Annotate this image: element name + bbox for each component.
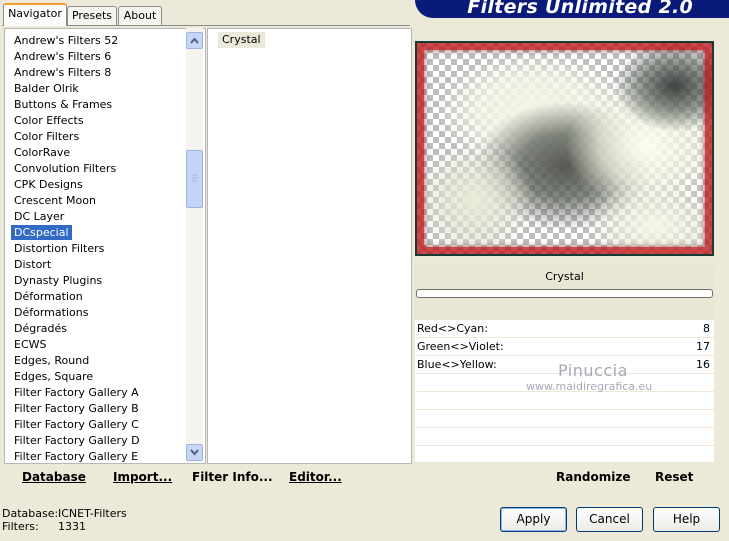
filter-info-button[interactable]: Filter Info...	[192, 470, 273, 484]
banner-title: Filters Unlimited 2.0	[467, 0, 693, 18]
filter-item-crystal[interactable]: Crystal	[218, 32, 265, 48]
filter-title-panel: Crystal	[415, 265, 714, 320]
category-list[interactable]: Andrew's Filters 52 Andrew's Filters 6 And…	[4, 28, 206, 464]
database-label: Database:	[2, 507, 59, 520]
progress-bar	[416, 289, 713, 298]
reset-button[interactable]: Reset	[655, 470, 693, 484]
list-item[interactable]: Filter Factory Gallery C	[11, 417, 142, 432]
list-item[interactable]: Andrew's Filters 52	[11, 33, 121, 48]
param-row-red-cyan[interactable]: Red<>Cyan: 8	[415, 320, 714, 338]
editor-button[interactable]: Editor...	[289, 470, 342, 484]
database-value: ICNET-Filters	[58, 507, 127, 520]
apply-button[interactable]: Apply	[500, 507, 567, 532]
list-item[interactable]: Filter Factory Gallery B	[11, 401, 142, 416]
param-value: 16	[696, 358, 710, 371]
randomize-button[interactable]: Randomize	[556, 470, 630, 484]
list-item[interactable]: Dégradés	[11, 321, 70, 336]
param-label: Blue<>Yellow:	[417, 358, 497, 371]
preview-image	[415, 41, 714, 256]
param-row-green-violet[interactable]: Green<>Violet: 17	[415, 338, 714, 356]
watermark-url: www.maidiregrafica.eu	[526, 380, 653, 393]
import-button[interactable]: Import...	[113, 470, 172, 484]
list-item[interactable]: Buttons & Frames	[11, 97, 115, 112]
category-list-scrollbar[interactable]	[186, 28, 203, 462]
param-label: Red<>Cyan:	[417, 322, 488, 335]
list-item[interactable]: Distort	[11, 257, 54, 272]
list-item[interactable]: Color Effects	[11, 113, 87, 128]
list-item[interactable]: Filter Factory Gallery E	[11, 449, 141, 463]
param-row-empty	[415, 410, 714, 428]
tab-about[interactable]: About	[118, 6, 162, 25]
list-item[interactable]: ECWS	[11, 337, 50, 352]
list-item[interactable]: DCspecial	[11, 225, 72, 240]
grip-icon	[192, 174, 198, 182]
list-item[interactable]: DC Layer	[11, 209, 67, 224]
database-info: Database: ICNET-Filters	[2, 507, 127, 520]
list-item[interactable]: Déformation	[11, 289, 86, 304]
chevron-down-icon	[190, 449, 199, 456]
list-item[interactable]: Déformations	[11, 305, 91, 320]
list-item[interactable]: Color Filters	[11, 129, 82, 144]
database-button[interactable]: Database	[22, 470, 86, 484]
list-item[interactable]: Filter Factory Gallery A	[11, 385, 142, 400]
cancel-button[interactable]: Cancel	[576, 507, 643, 532]
param-row-empty	[415, 446, 714, 463]
param-row-empty	[415, 392, 714, 410]
tab-presets[interactable]: Presets	[67, 6, 117, 25]
list-item[interactable]: Andrew's Filters 8	[11, 65, 114, 80]
list-item[interactable]: ColorRave	[11, 145, 73, 160]
filters-count: 1331	[58, 520, 86, 533]
param-value: 17	[696, 340, 710, 353]
param-row-empty	[415, 428, 714, 446]
scroll-thumb[interactable]	[186, 150, 203, 208]
scroll-up-button[interactable]	[186, 32, 203, 49]
tab-navigator[interactable]: Navigator	[3, 3, 67, 26]
list-item[interactable]: Crescent Moon	[11, 193, 99, 208]
list-item[interactable]: Andrew's Filters 6	[11, 49, 114, 64]
list-item[interactable]: Edges, Round	[11, 353, 92, 368]
param-value: 8	[703, 322, 710, 335]
chevron-up-icon	[190, 37, 199, 44]
scroll-down-button[interactable]	[186, 444, 203, 461]
title-banner: Filters Unlimited 2.0	[415, 0, 729, 18]
list-item[interactable]: CPK Designs	[11, 177, 86, 192]
list-item[interactable]: Filter Factory Gallery D	[11, 433, 143, 448]
filters-info: Filters: 1331	[2, 520, 86, 533]
preview-filter-name: Crystal	[545, 270, 584, 283]
param-label: Green<>Violet:	[417, 340, 504, 353]
filters-label: Filters:	[2, 520, 39, 533]
list-item[interactable]: Distortion Filters	[11, 241, 107, 256]
filter-list[interactable]: Crystal	[207, 28, 412, 464]
list-item[interactable]: Convolution Filters	[11, 161, 119, 176]
watermark-name: Pinuccia	[558, 361, 628, 380]
help-button[interactable]: Help	[653, 507, 720, 532]
list-item[interactable]: Edges, Square	[11, 369, 96, 384]
list-item[interactable]: Dynasty Plugins	[11, 273, 105, 288]
list-item[interactable]: Balder Olrik	[11, 81, 82, 96]
